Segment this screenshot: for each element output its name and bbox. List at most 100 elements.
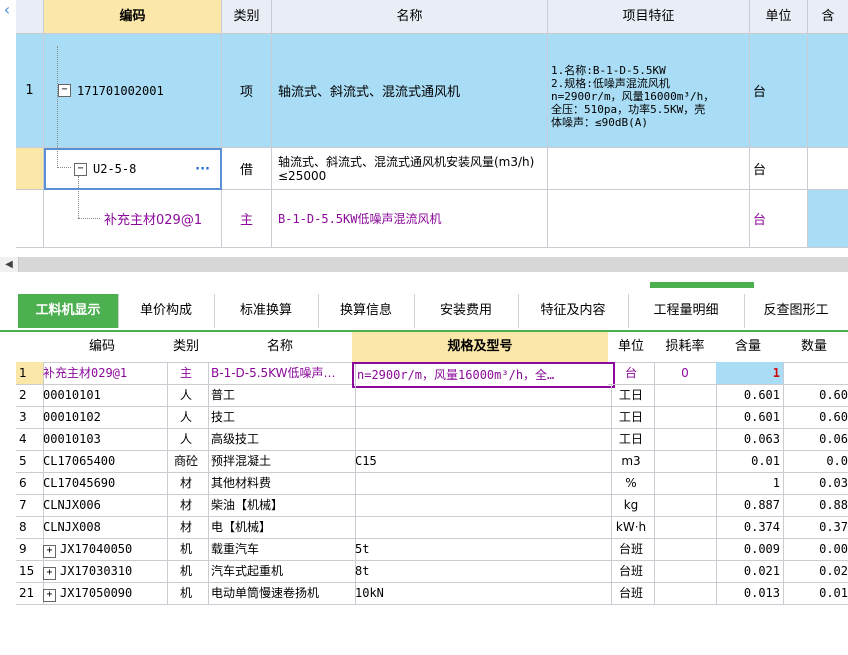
table-cell-spec[interactable]: 10kN <box>352 582 612 605</box>
top-row-1-name[interactable]: 轴流式、斜流式、混流式通风机 <box>272 34 548 148</box>
table-cell-code[interactable]: 00010101 <box>40 384 168 407</box>
collapse-icon[interactable]: − <box>74 162 87 176</box>
top-row-2-unit[interactable]: 台 <box>750 148 808 190</box>
table-cell-code[interactable]: 00010102 <box>40 406 168 429</box>
table-cell-name[interactable]: 电动单筒慢速卷扬机 <box>208 582 356 605</box>
table-cell-amount[interactable]: 0.37 <box>780 516 848 539</box>
table-cell-type[interactable]: 机 <box>164 582 209 605</box>
table-cell-code[interactable]: 补充主材029@1 <box>40 362 168 385</box>
table-cell-code[interactable]: CLNJX008 <box>40 516 168 539</box>
bottom-header-qty[interactable]: 含量 <box>716 332 781 363</box>
table-cell-loss[interactable] <box>654 428 717 451</box>
table-cell-spec[interactable] <box>352 494 612 517</box>
table-cell-loss[interactable] <box>654 450 717 473</box>
table-cell-code[interactable]: CLNJX006 <box>40 494 168 517</box>
table-cell-name[interactable]: 预拌混凝土 <box>208 450 356 473</box>
top-row-2-name[interactable]: 轴流式、斜流式、混流式通风机安装风量(m3/h) ≤25000 <box>272 148 548 190</box>
table-cell-qty[interactable]: 0.887 <box>716 494 784 517</box>
table-cell-qty[interactable]: 0.601 <box>716 384 784 407</box>
bottom-header-code[interactable]: 编码 <box>40 332 165 363</box>
table-cell-spec[interactable] <box>352 384 612 407</box>
tab-unit-price[interactable]: 单价构成 <box>118 294 215 328</box>
table-cell-amount[interactable]: 0.00 <box>780 538 848 561</box>
table-cell-type[interactable]: 机 <box>164 538 209 561</box>
expand-icon[interactable]: + <box>43 545 56 558</box>
table-cell-spec[interactable] <box>352 472 612 495</box>
table-cell-unit[interactable]: 工日 <box>608 428 655 451</box>
table-cell-qty[interactable]: 0.374 <box>716 516 784 539</box>
table-cell-unit[interactable]: % <box>608 472 655 495</box>
table-cell-amount[interactable]: 0.01 <box>780 582 848 605</box>
top-row-1-code[interactable]: − 171701002001 <box>44 34 222 148</box>
top-row-2-content[interactable] <box>808 148 848 190</box>
table-cell-name[interactable]: 汽车式起重机 <box>208 560 356 583</box>
top-row-3-code[interactable]: 补充主材029@1 <box>44 190 222 248</box>
tab-reverse-lookup[interactable]: 反查图形工 <box>744 294 848 328</box>
table-cell-qty[interactable]: 1 <box>716 472 784 495</box>
collapse-icon[interactable]: − <box>58 84 71 97</box>
table-cell-code[interactable]: + JX17040050 <box>40 538 168 561</box>
table-cell-qty[interactable]: 0.009 <box>716 538 784 561</box>
table-cell-amount[interactable]: 0.06 <box>780 428 848 451</box>
table-cell-unit[interactable]: 台班 <box>608 582 655 605</box>
table-cell-code[interactable]: 00010103 <box>40 428 168 451</box>
table-cell-qty[interactable]: 0.013 <box>716 582 784 605</box>
table-cell-unit[interactable]: kg <box>608 494 655 517</box>
table-cell-type[interactable]: 商砼 <box>164 450 209 473</box>
table-cell-code[interactable]: CL17045690 <box>40 472 168 495</box>
bottom-header-unit[interactable]: 单位 <box>608 332 655 363</box>
table-cell-unit[interactable]: 台 <box>608 362 655 385</box>
table-cell-loss[interactable] <box>654 560 717 583</box>
bottom-header-amount[interactable]: 数量 <box>780 332 848 363</box>
table-cell-spec[interactable]: C15 <box>352 450 612 473</box>
table-cell-amount[interactable]: 0.60 <box>780 384 848 407</box>
table-cell-amount[interactable]: 0.0 <box>780 450 848 473</box>
table-cell-spec[interactable]: 8t <box>352 560 612 583</box>
table-cell-unit[interactable]: 工日 <box>608 406 655 429</box>
table-cell-name[interactable]: 载重汽车 <box>208 538 356 561</box>
table-cell-qty[interactable]: 0.063 <box>716 428 784 451</box>
bottom-header-name[interactable]: 名称 <box>208 332 353 363</box>
table-cell-loss[interactable] <box>654 472 717 495</box>
table-cell-type[interactable]: 人 <box>164 428 209 451</box>
table-cell-type[interactable]: 人 <box>164 384 209 407</box>
top-row-1-type[interactable]: 项 <box>222 34 272 148</box>
table-cell-name[interactable]: 高级技工 <box>208 428 356 451</box>
table-cell-spec[interactable] <box>352 428 612 451</box>
table-cell-amount[interactable]: 0.88 <box>780 494 848 517</box>
top-row-1-features[interactable]: 1.名称:B-1-D-5.5KW 2.规格:低噪声混流风机 n=2900r/m，… <box>548 34 750 148</box>
table-cell-code[interactable]: + JX17050090 <box>40 582 168 605</box>
tab-materials[interactable]: 工料机显示 <box>18 294 119 328</box>
bottom-header-spec[interactable]: 规格及型号 <box>352 332 609 363</box>
table-cell-loss[interactable] <box>654 494 717 517</box>
table-cell-unit[interactable]: m3 <box>608 450 655 473</box>
more-icon[interactable]: ··· <box>195 162 210 177</box>
top-row-3-unit[interactable]: 台 <box>750 190 808 248</box>
table-cell-qty[interactable]: 0.01 <box>716 450 784 473</box>
tab-features[interactable]: 特征及内容 <box>518 294 629 328</box>
table-cell-qty[interactable]: 0.021 <box>716 560 784 583</box>
table-cell-spec[interactable] <box>352 516 612 539</box>
table-cell-amount[interactable]: 0.02 <box>780 560 848 583</box>
table-cell-qty[interactable]: 0.601 <box>716 406 784 429</box>
table-cell-loss[interactable]: 0 <box>654 362 717 385</box>
top-header-features[interactable]: 项目特征 <box>548 0 750 34</box>
table-cell-type[interactable]: 材 <box>164 472 209 495</box>
top-row-1-content[interactable] <box>808 34 848 148</box>
top-row-3-name[interactable]: B-1-D-5.5KW低噪声混流风机 <box>272 190 548 248</box>
table-cell-code[interactable]: + JX17030310 <box>40 560 168 583</box>
bottom-header-loss[interactable]: 损耗率 <box>654 332 717 363</box>
table-cell-name[interactable]: 普工 <box>208 384 356 407</box>
horizontal-scrollbar[interactable]: ◀ <box>0 257 848 272</box>
table-cell-type[interactable]: 材 <box>164 494 209 517</box>
top-row-3-content[interactable] <box>808 190 848 248</box>
table-cell-spec[interactable] <box>352 406 612 429</box>
table-cell-name[interactable]: 其他材料费 <box>208 472 356 495</box>
table-cell-qty[interactable]: 1 <box>716 362 784 385</box>
table-cell-type[interactable]: 机 <box>164 560 209 583</box>
top-header-content[interactable]: 含 <box>808 0 848 34</box>
table-cell-type[interactable]: 人 <box>164 406 209 429</box>
table-cell-name[interactable]: B-1-D-5.5KW低噪声… <box>208 362 356 385</box>
table-cell-amount[interactable]: 0.03 <box>780 472 848 495</box>
tab-quantity-detail[interactable]: 工程量明细 <box>628 294 745 328</box>
